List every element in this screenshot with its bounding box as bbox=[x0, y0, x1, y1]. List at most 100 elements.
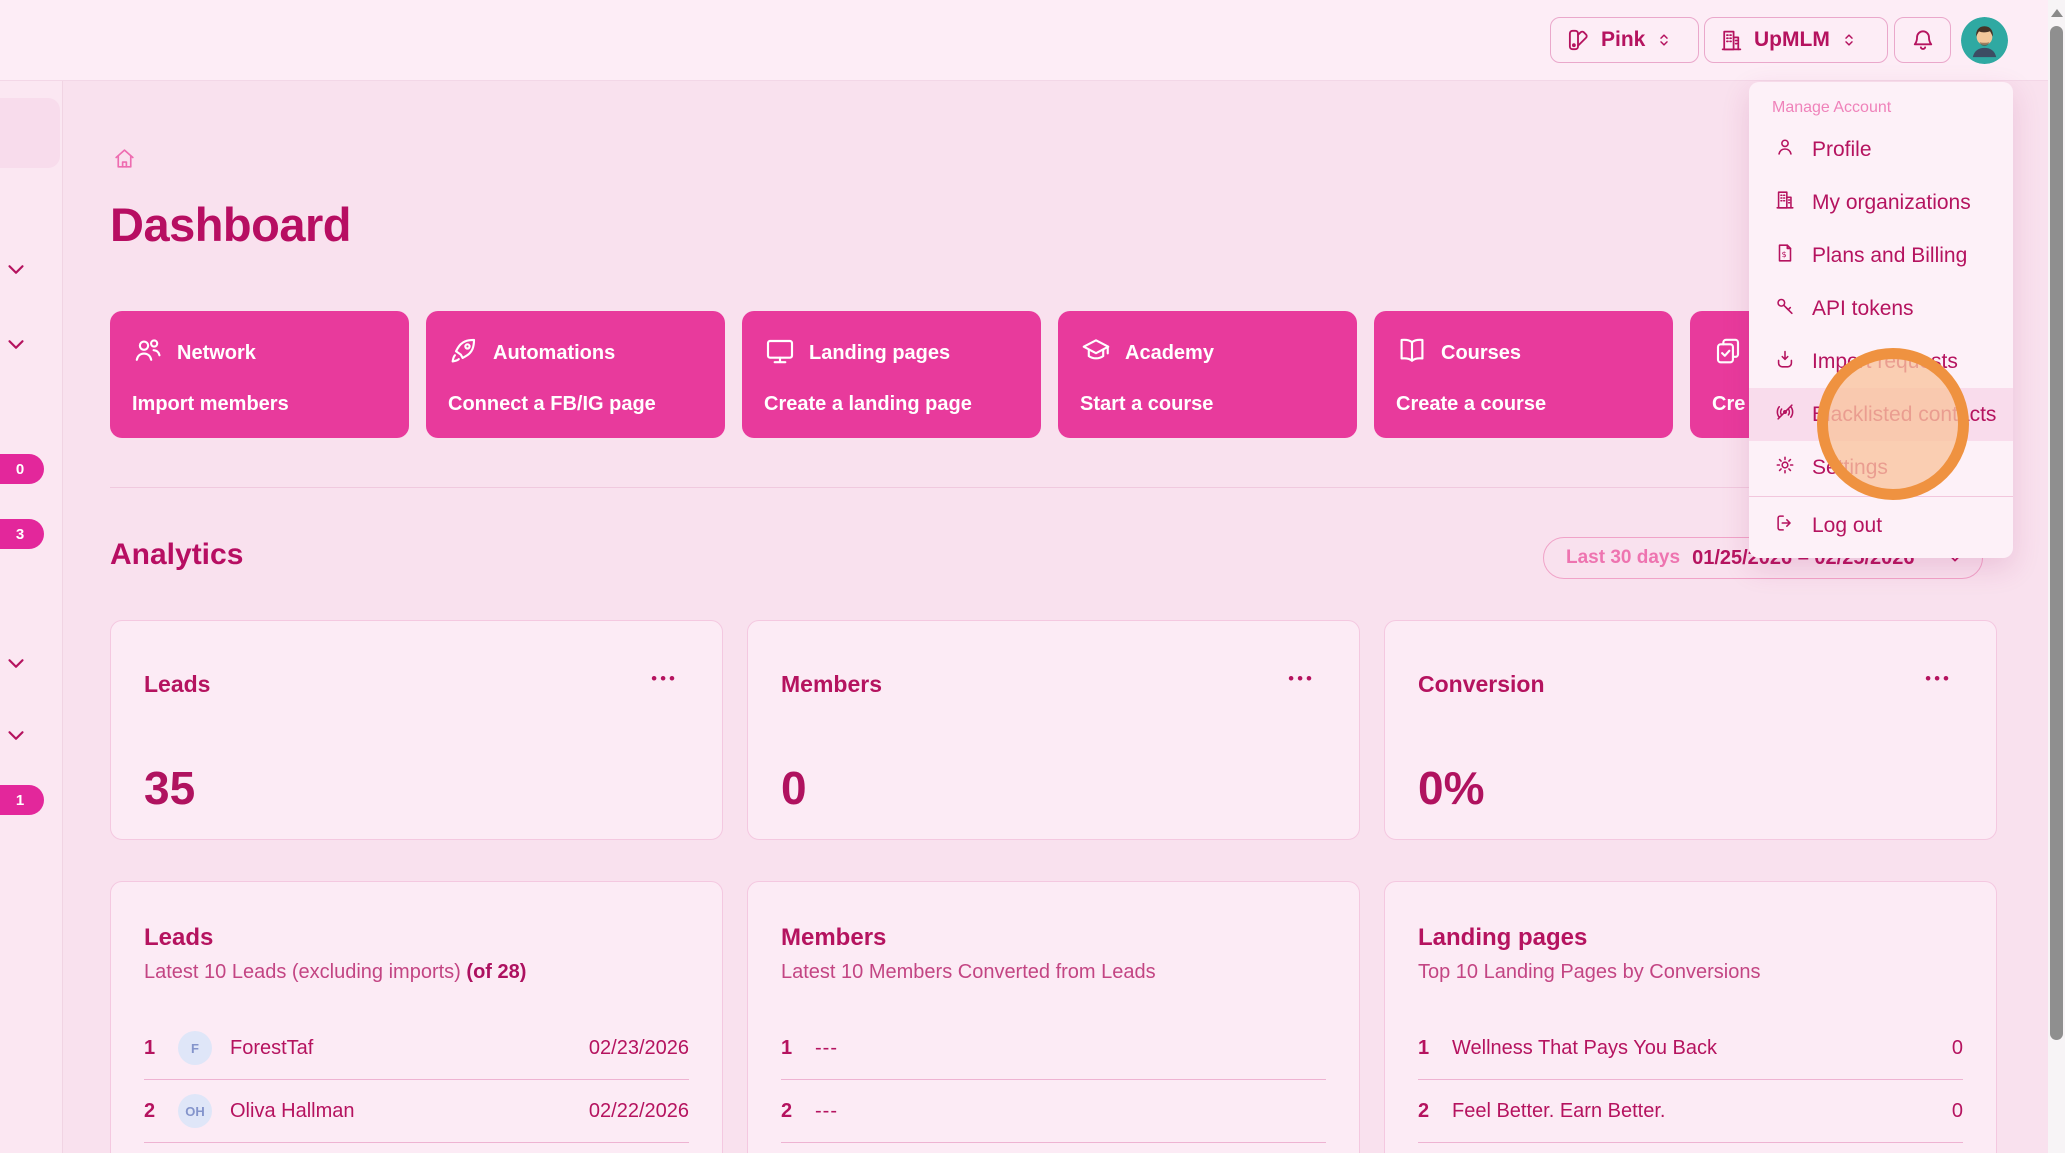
quick-card-landing-pages[interactable]: Landing pages Create a landing page bbox=[742, 311, 1041, 438]
quick-card-action: Create a landing page bbox=[764, 393, 972, 416]
quick-card-network[interactable]: Network Import members bbox=[110, 311, 409, 438]
section-divider bbox=[110, 487, 1998, 488]
quick-card-action: Cre bbox=[1712, 393, 1745, 416]
stat-title: Conversion bbox=[1418, 671, 1545, 698]
home-icon[interactable] bbox=[112, 146, 137, 176]
stat-card-conversion: Conversion ••• 0% bbox=[1384, 620, 1997, 840]
stats-row: Leads ••• 35 Members ••• 0 Conversion ••… bbox=[110, 620, 1997, 840]
quick-actions-row: Network Import members Automations Conne… bbox=[110, 311, 1989, 438]
building-icon bbox=[1719, 28, 1744, 53]
list-card-landing-pages: Landing pages Top 10 Landing Pages by Co… bbox=[1384, 881, 1997, 1153]
scrollbar[interactable] bbox=[2048, 0, 2065, 1153]
avatar: OH bbox=[178, 1094, 212, 1128]
menu-item-log-out[interactable]: Log out bbox=[1749, 499, 2013, 552]
quick-card-title: Network bbox=[177, 342, 256, 365]
list-subtitle: Latest 10 Leads (excluding imports) (of … bbox=[144, 961, 689, 984]
date-range-preset: Last 30 days bbox=[1566, 547, 1680, 569]
stat-value: 0 bbox=[781, 761, 807, 815]
sidebar: 0 3 1 bbox=[0, 80, 63, 1153]
sidebar-count-badge: 3 bbox=[0, 519, 44, 549]
list-item: 2 --- bbox=[781, 1080, 1326, 1143]
svg-text:$: $ bbox=[1781, 249, 1786, 259]
quick-card-courses[interactable]: Courses Create a course bbox=[1374, 311, 1673, 438]
menu-item-api-tokens[interactable]: API tokens bbox=[1749, 282, 2013, 335]
menu-item-profile[interactable]: Profile bbox=[1749, 123, 2013, 176]
quick-card-title: Courses bbox=[1441, 342, 1521, 365]
menu-item-settings[interactable]: Settings bbox=[1749, 441, 2013, 494]
voice-off-icon bbox=[1774, 401, 1796, 428]
quick-card-action: Start a course bbox=[1080, 393, 1213, 416]
analytics-title: Analytics bbox=[110, 538, 243, 572]
list-title: Members bbox=[781, 924, 1326, 952]
list-subtitle: Latest 10 Members Converted from Leads bbox=[781, 961, 1326, 984]
sidebar-count-badge: 1 bbox=[0, 785, 44, 815]
sidebar-count-badge: 0 bbox=[0, 454, 44, 484]
card-menu-button[interactable]: ••• bbox=[651, 669, 678, 689]
list-item[interactable]: 1 Wellness That Pays You Back 0 bbox=[1418, 1017, 1963, 1080]
building-icon bbox=[1774, 189, 1796, 216]
scroll-up-arrow-icon[interactable] bbox=[2051, 9, 2063, 17]
color-swatch-icon bbox=[1565, 27, 1591, 53]
stat-card-members: Members ••• 0 bbox=[747, 620, 1360, 840]
chevron-updown-icon bbox=[1840, 31, 1858, 49]
quick-card-title: Academy bbox=[1125, 342, 1214, 365]
chevron-updown-icon bbox=[1655, 31, 1673, 49]
person-icon bbox=[1774, 136, 1796, 163]
account-menu-section-label: Manage Account bbox=[1749, 82, 2013, 123]
quick-card-action: Create a course bbox=[1396, 393, 1546, 416]
notifications-button[interactable] bbox=[1894, 17, 1951, 63]
list-item: 1 --- bbox=[781, 1017, 1326, 1080]
graduation-cap-icon bbox=[1080, 335, 1112, 372]
list-item[interactable]: 1 F ForestTaf 02/23/2026 bbox=[144, 1017, 689, 1080]
quick-card-automations[interactable]: Automations Connect a FB/IG page bbox=[426, 311, 725, 438]
chevron-down-icon[interactable] bbox=[3, 331, 29, 362]
menu-item-import-requests[interactable]: Import requests bbox=[1749, 335, 2013, 388]
user-avatar[interactable] bbox=[1961, 17, 2008, 64]
rocket-icon bbox=[448, 335, 480, 372]
import-icon bbox=[1774, 348, 1796, 375]
card-menu-button[interactable]: ••• bbox=[1925, 669, 1952, 689]
quick-card-action: Import members bbox=[132, 393, 289, 416]
billing-document-icon: $ bbox=[1774, 242, 1796, 269]
app-screen: Pink UpMLM 0 3 bbox=[0, 0, 2065, 1153]
list-title: Landing pages bbox=[1418, 924, 1963, 952]
stat-value: 0% bbox=[1418, 761, 1484, 815]
bell-icon bbox=[1910, 27, 1936, 53]
account-menu: Manage Account Profile My organizations … bbox=[1749, 82, 2013, 558]
menu-item-my-organizations[interactable]: My organizations bbox=[1749, 176, 2013, 229]
open-book-icon bbox=[1396, 335, 1428, 372]
quick-card-academy[interactable]: Academy Start a course bbox=[1058, 311, 1357, 438]
avatar: F bbox=[178, 1031, 212, 1065]
key-icon bbox=[1774, 295, 1796, 322]
list-title: Leads bbox=[144, 924, 689, 952]
card-menu-button[interactable]: ••• bbox=[1288, 669, 1315, 689]
menu-item-blacklisted-contacts[interactable]: Blacklisted contacts bbox=[1749, 388, 2013, 441]
logout-icon bbox=[1774, 512, 1796, 539]
lists-row: Leads Latest 10 Leads (excluding imports… bbox=[110, 881, 1997, 1153]
chevron-down-icon[interactable] bbox=[3, 650, 29, 681]
list-item[interactable]: 2 OH Oliva Hallman 02/22/2026 bbox=[144, 1080, 689, 1143]
stat-card-leads: Leads ••• 35 bbox=[110, 620, 723, 840]
theme-select-label: Pink bbox=[1601, 28, 1645, 52]
menu-divider bbox=[1749, 496, 2013, 497]
monitor-icon bbox=[764, 335, 796, 372]
list-subtitle: Top 10 Landing Pages by Conversions bbox=[1418, 961, 1963, 984]
quick-card-action: Connect a FB/IG page bbox=[448, 393, 656, 416]
theme-select[interactable]: Pink bbox=[1550, 17, 1699, 63]
list-item[interactable]: 2 Feel Better. Earn Better. 0 bbox=[1418, 1080, 1963, 1143]
list-card-members: Members Latest 10 Members Converted from… bbox=[747, 881, 1360, 1153]
organization-select[interactable]: UpMLM bbox=[1704, 17, 1888, 63]
stat-title: Leads bbox=[144, 671, 210, 698]
chevron-down-icon[interactable] bbox=[3, 722, 29, 753]
sidebar-active-item[interactable] bbox=[0, 98, 60, 168]
quick-card-title: Automations bbox=[493, 342, 615, 365]
scrollbar-thumb[interactable] bbox=[2050, 26, 2063, 1040]
stat-value: 35 bbox=[144, 761, 195, 815]
chevron-down-icon[interactable] bbox=[3, 256, 29, 287]
people-icon bbox=[132, 335, 164, 372]
list-card-leads: Leads Latest 10 Leads (excluding imports… bbox=[110, 881, 723, 1153]
gear-icon bbox=[1774, 454, 1796, 481]
menu-item-plans-billing[interactable]: $ Plans and Billing bbox=[1749, 229, 2013, 282]
organization-select-label: UpMLM bbox=[1754, 28, 1830, 52]
page-title: Dashboard bbox=[110, 197, 351, 252]
